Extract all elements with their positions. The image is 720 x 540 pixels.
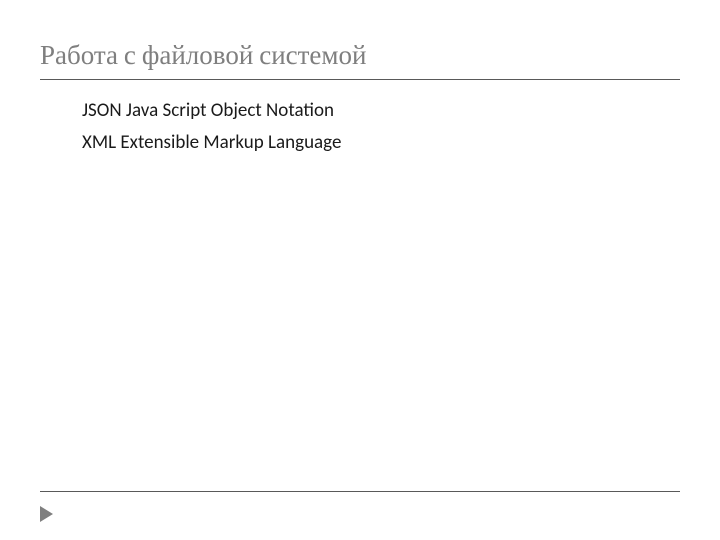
bullet-text: JSON Java Script Object Notation — [82, 98, 334, 124]
slide: Работа с файловой системой JSON Java Scr… — [0, 0, 720, 540]
list-item: JSON Java Script Object Notation — [50, 98, 680, 124]
bullet-text: XML Extensible Markup Language — [82, 130, 341, 156]
title-divider — [40, 79, 680, 80]
content-area: JSON Java Script Object Notation XML Ext… — [40, 98, 680, 156]
bottom-divider — [40, 491, 680, 492]
triangle-icon — [40, 506, 53, 522]
slide-title: Работа с файловой системой — [40, 40, 680, 71]
list-item: XML Extensible Markup Language — [50, 130, 680, 156]
